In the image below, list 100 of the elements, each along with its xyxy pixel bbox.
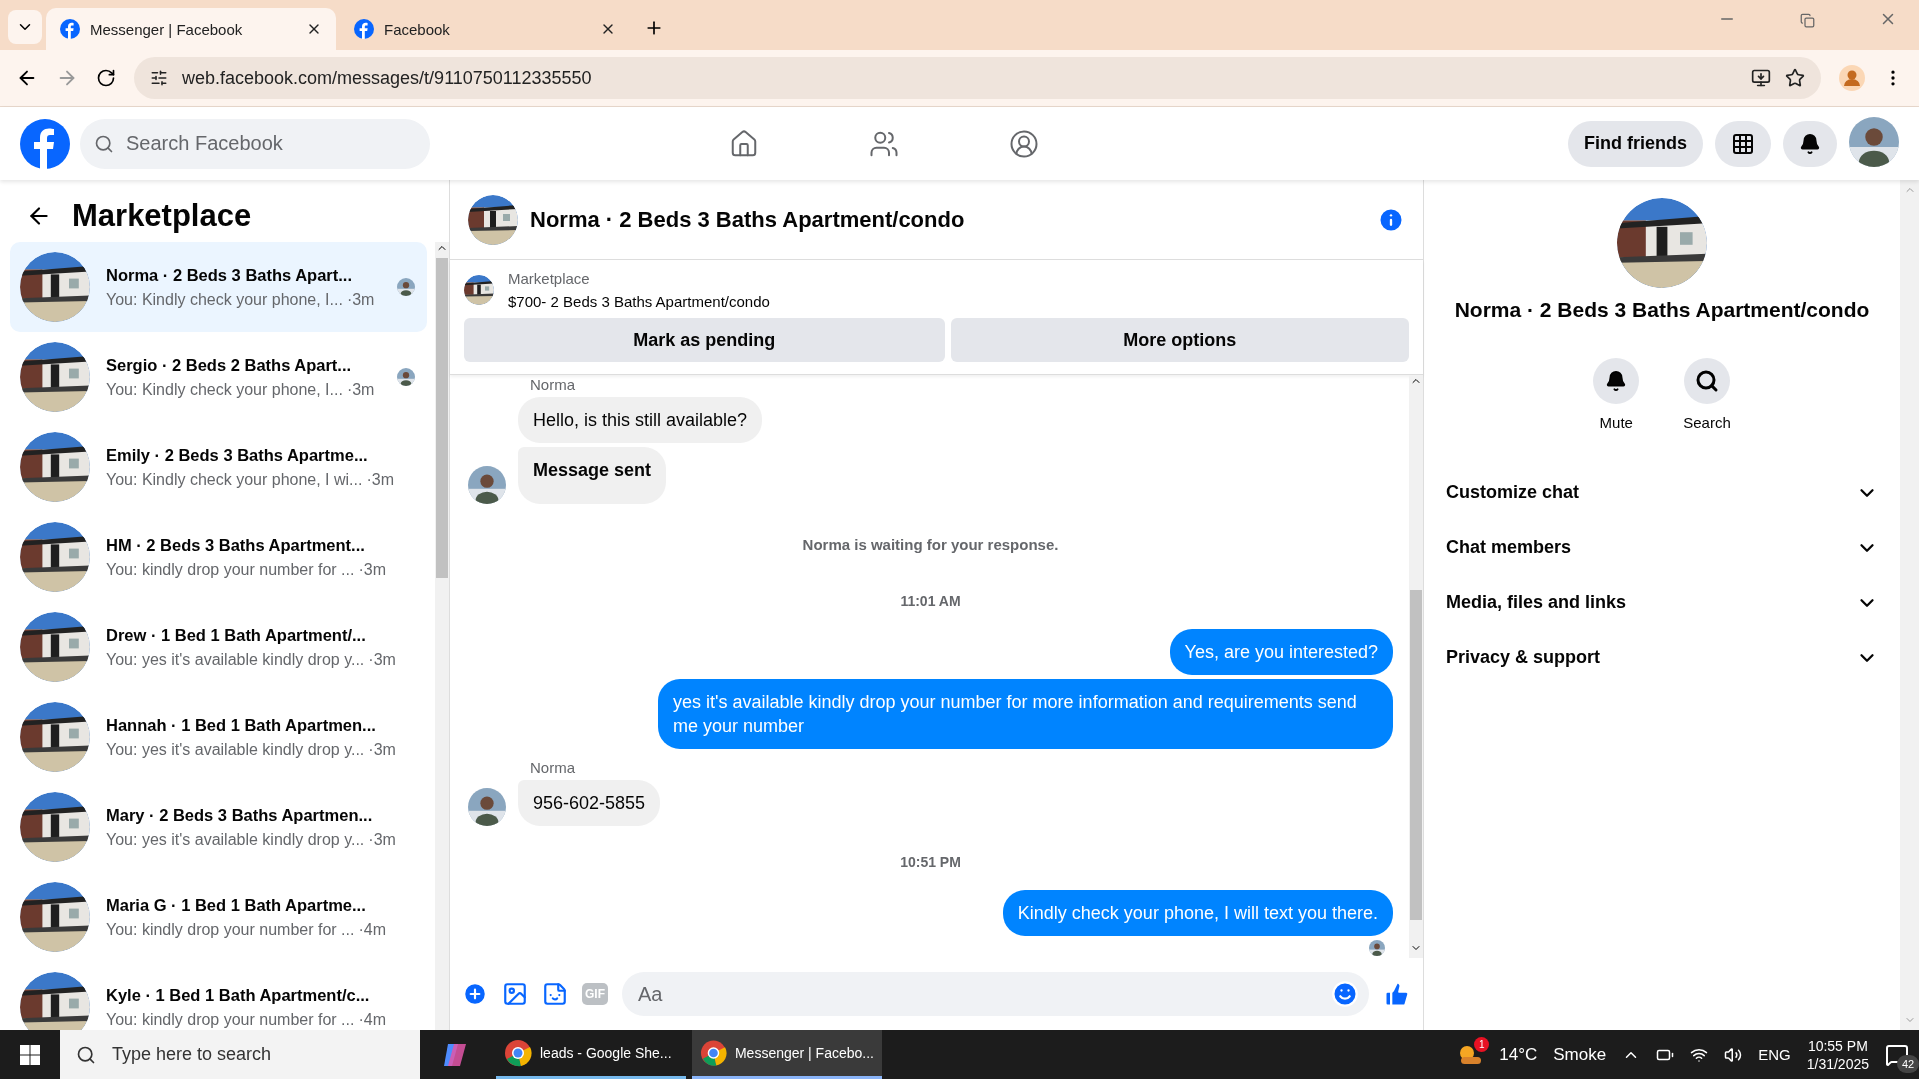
- status-note: Norma is waiting for your response.: [802, 536, 1059, 553]
- section-header[interactable]: Media, files and links: [1424, 575, 1900, 630]
- notifications-button[interactable]: [1783, 120, 1837, 167]
- timestamp: 11:01 AM: [900, 593, 961, 609]
- profile-icon[interactable]: [1839, 65, 1865, 91]
- search-icon: [1695, 369, 1719, 393]
- message-preview: You: Kindly check your phone, I...: [106, 290, 343, 309]
- message-bubble: yes it's available kindly drop your number for more information and requirements send me your number: [658, 679, 1393, 749]
- conversation-title: Norma · 2 Beds 3 Baths Apart...: [106, 265, 354, 285]
- bell-icon: [1799, 132, 1821, 155]
- find-friends-button[interactable]: Find friends: [1568, 120, 1703, 167]
- message-input[interactable]: Aa: [636, 981, 1331, 1007]
- emoji-icon[interactable]: [1331, 980, 1359, 1008]
- section-header[interactable]: Customize chat: [1424, 465, 1900, 520]
- scrollbar-thumb[interactable]: [1410, 589, 1422, 920]
- message-time: ·3m: [368, 830, 396, 849]
- message-time: ·3m: [366, 470, 394, 489]
- scrollbar-thumb[interactable]: [436, 258, 448, 578]
- browser-tab[interactable]: Facebook: [340, 8, 630, 50]
- conversation-item[interactable]: Emily · 2 Beds 3 Baths Apartme... You: Kindly check your phone, I wi... ·3m: [10, 422, 427, 512]
- mute-button[interactable]: [1593, 358, 1640, 404]
- conversation-item[interactable]: HM · 2 Beds 3 Baths Apartment... You: kindly drop your number for ... ·3m: [10, 512, 427, 602]
- taskbar-app[interactable]: leads - Google She...: [496, 1030, 686, 1079]
- facebook-icon: [354, 19, 374, 39]
- message-preview: You: kindly drop your number for ...: [106, 920, 355, 939]
- message-preview: You: Kindly check your phone, I wi...: [106, 470, 363, 489]
- conversation-title: Sergio · 2 Beds 2 Baths Apart...: [106, 355, 353, 375]
- conversation-title: Maria G · 1 Bed 1 Bath Apartme...: [106, 895, 367, 915]
- message-time: ·4m: [358, 1010, 386, 1029]
- message-time: ·3m: [346, 380, 375, 399]
- section-header[interactable]: Chat members: [1424, 520, 1900, 575]
- weather-condition: Smoke: [1553, 1044, 1607, 1065]
- restore-icon[interactable]: [1800, 13, 1815, 28]
- message-preview: You: kindly drop your number for ...: [106, 560, 355, 579]
- action-label: Search: [1683, 414, 1731, 431]
- sender-name: Norma: [530, 759, 576, 776]
- message-bubble: Yes, are you interested?: [1169, 629, 1393, 675]
- groups-icon[interactable]: [1009, 128, 1039, 159]
- conversation-item[interactable]: Sergio · 2 Beds 2 Baths Apart... You: Kindly check your phone, I... ·3m: [10, 332, 427, 422]
- menu-button[interactable]: [1715, 120, 1771, 167]
- search-field[interactable]: Search Facebook: [80, 118, 430, 169]
- message-bubble: 956-602-5855: [518, 780, 661, 826]
- add-icon[interactable]: [462, 981, 488, 1007]
- conversation-item[interactable]: Hannah · 1 Bed 1 Bath Apartmen... You: yes it's available kindly drop y... ·3m: [10, 692, 427, 782]
- chrome-icon: [504, 1039, 532, 1067]
- message-bubble: Kindly check your phone, I will text you there.: [1002, 890, 1393, 936]
- home-icon[interactable]: [729, 128, 759, 159]
- timestamp: 10:51 PM: [900, 854, 961, 870]
- message-preview: You: yes it's available kindly drop y...: [106, 830, 365, 849]
- message-field[interactable]: Aa: [622, 972, 1369, 1016]
- action-button[interactable]: Mark as pending: [464, 318, 945, 362]
- message-time: ·4m: [358, 920, 386, 939]
- address-bar[interactable]: web.facebook.com/messages/t/9110750112335550: [134, 57, 1821, 99]
- sidebar-title: Marketplace: [72, 198, 252, 234]
- facebook-logo[interactable]: [20, 118, 70, 169]
- listing-label: Marketplace: [508, 270, 591, 287]
- conversation-title: Emily · 2 Beds 3 Baths Apartme...: [106, 445, 369, 465]
- install-icon[interactable]: [1751, 68, 1771, 88]
- conversation-item[interactable]: Maria G · 1 Bed 1 Bath Apartme... You: kindly drop your number for ... ·4m: [10, 872, 427, 962]
- facebook-icon: [60, 19, 80, 39]
- conversation-title: Kyle · 1 Bed 1 Bath Apartment/c...: [106, 985, 371, 1005]
- search-icon: [94, 133, 114, 154]
- section-header[interactable]: Privacy & support: [1424, 630, 1900, 685]
- contact-name: Norma · 2 Beds 3 Baths Apartment/condo: [1454, 298, 1870, 322]
- conversation-item[interactable]: Norma · 2 Beds 3 Baths Apart... You: Kindly check your phone, I... ·3m: [10, 242, 427, 332]
- temperature: 14°C: [1499, 1044, 1538, 1065]
- weather-badge: 1: [1474, 1036, 1490, 1052]
- notification-count: 42: [1897, 1054, 1919, 1073]
- bookmark-icon[interactable]: [1785, 68, 1805, 88]
- message-preview: You: Kindly check your phone, I...: [106, 380, 343, 399]
- grid-icon: [1731, 131, 1755, 156]
- site-settings-icon: [150, 69, 168, 87]
- sticker-icon[interactable]: [542, 981, 568, 1007]
- message-time: ·3m: [346, 290, 375, 309]
- language-indicator[interactable]: ENG: [1758, 1046, 1791, 1063]
- taskbar-search[interactable]: Type here to search: [60, 1030, 420, 1079]
- action-button[interactable]: More options: [950, 318, 1409, 362]
- search-input[interactable]: Search Facebook: [124, 131, 416, 156]
- clock[interactable]: 10:55 PM 1/31/2025: [1806, 1037, 1869, 1072]
- sender-name: Norma: [530, 376, 576, 393]
- search-button[interactable]: [1684, 358, 1730, 404]
- like-icon[interactable]: [1383, 980, 1411, 1008]
- chrome-icon: [700, 1039, 727, 1067]
- message-time: ·3m: [358, 560, 386, 579]
- conversation-item[interactable]: Drew · 1 Bed 1 Bath Apartment/... You: yes it's available kindly drop y... ·3m: [10, 602, 427, 692]
- bell-icon: [1605, 370, 1628, 392]
- browser-tab[interactable]: Messenger | Facebook: [46, 8, 336, 50]
- search-icon: [76, 1044, 96, 1065]
- reload-icon[interactable]: [96, 68, 116, 88]
- volume-icon[interactable]: [1724, 1045, 1743, 1064]
- image-icon[interactable]: [502, 981, 528, 1007]
- message-time: ·3m: [368, 650, 396, 669]
- message-preview: You: yes it's available kindly drop y...: [106, 740, 365, 759]
- conversation-title: HM · 2 Beds 3 Baths Apartment...: [106, 535, 366, 555]
- taskbar-app[interactable]: Messenger | Facebo...: [692, 1030, 882, 1079]
- listing-title: $700- 2 Beds 3 Baths Apartment/condo: [508, 293, 770, 310]
- conversation-title: Drew · 1 Bed 1 Bath Apartment/...: [106, 625, 367, 645]
- conversation-item[interactable]: Mary · 2 Beds 3 Baths Apartmen... You: yes it's available kindly drop y... ·3m: [10, 782, 427, 872]
- chat-title: Norma · 2 Beds 3 Baths Apartment/condo: [530, 206, 966, 233]
- conversation-title: Mary · 2 Beds 3 Baths Apartmen...: [106, 805, 374, 825]
